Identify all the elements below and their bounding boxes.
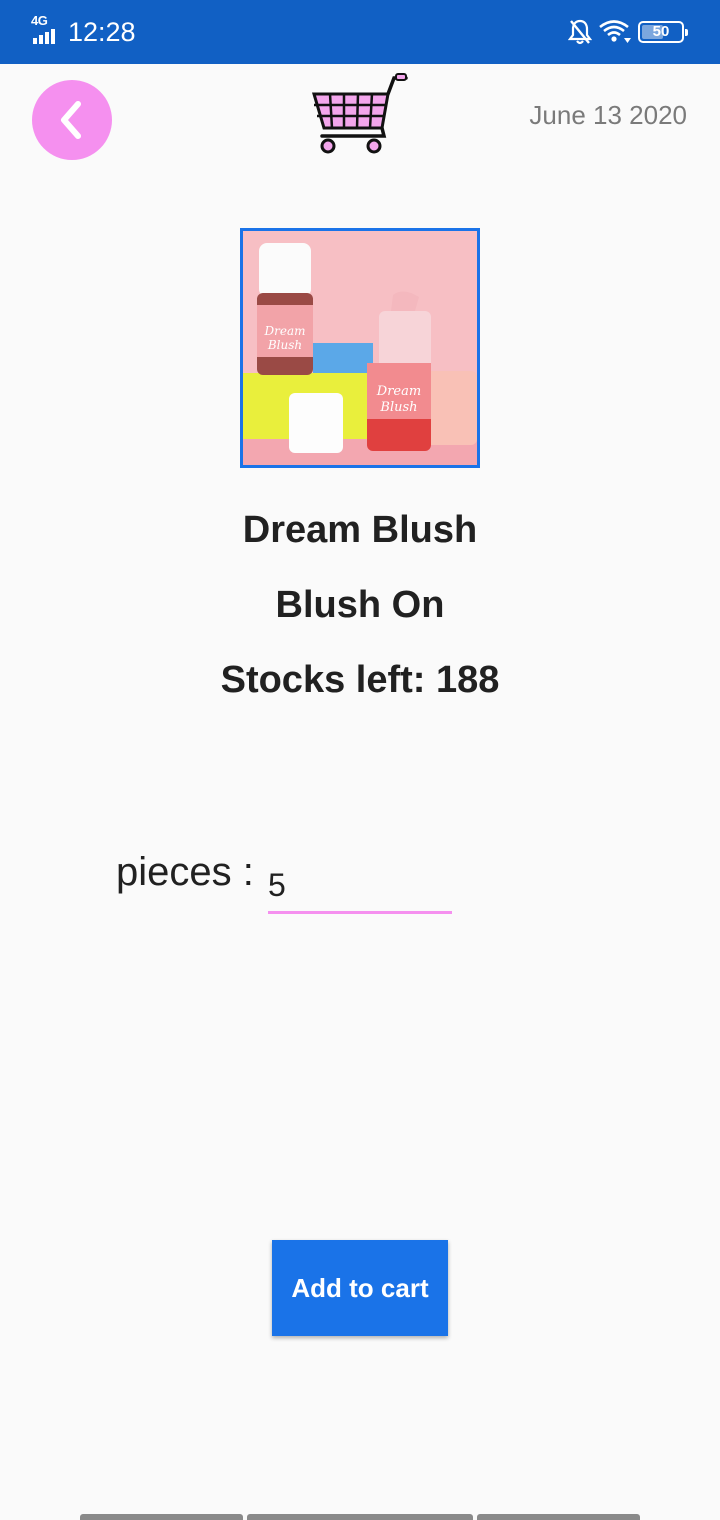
add-to-cart-button[interactable]: Add to cart: [272, 1240, 448, 1336]
nav-gesture-right[interactable]: [477, 1514, 640, 1520]
battery-icon: 50: [638, 21, 688, 43]
pieces-input[interactable]: [268, 860, 452, 914]
nav-gesture-center[interactable]: [247, 1514, 473, 1520]
wifi-icon: [599, 20, 631, 43]
network-type: 4G: [31, 13, 48, 28]
shopping-cart-icon: [311, 73, 408, 154]
product-image: Dream Blush Dream Blush: [240, 228, 480, 468]
svg-text:Dream: Dream: [376, 384, 421, 399]
nav-gesture-left[interactable]: [80, 1514, 243, 1520]
svg-text:Dream: Dream: [264, 324, 306, 338]
product-category: Blush On: [275, 584, 445, 626]
status-bar: 4G 12:28 50: [0, 0, 720, 64]
status-time: 12:28: [68, 17, 136, 47]
order-date: June 13 2020: [529, 100, 687, 130]
product-name: Dream Blush: [242, 509, 478, 551]
stock-count: Stocks left: 188: [220, 659, 500, 701]
signal-indicator: 4G: [31, 13, 61, 44]
notifications-off-icon: [568, 19, 592, 45]
svg-text:Blush: Blush: [267, 338, 302, 352]
svg-text:Blush: Blush: [379, 400, 417, 415]
chevron-left-icon: [61, 101, 81, 139]
product-photo: Dream Blush Dream Blush: [243, 231, 477, 465]
battery-level: 50: [652, 23, 670, 40]
back-button[interactable]: [32, 80, 112, 160]
pieces-label: pieces :: [116, 850, 254, 894]
signal-icon: [33, 29, 55, 44]
